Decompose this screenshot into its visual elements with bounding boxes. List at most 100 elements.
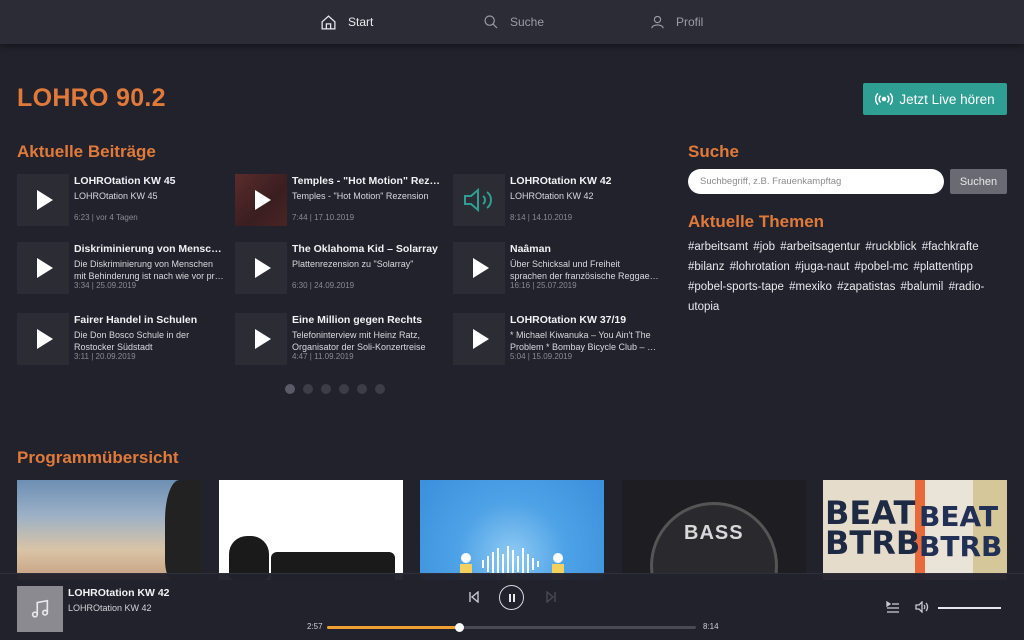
pagination-dot[interactable]	[321, 384, 331, 394]
play-icon	[37, 190, 53, 210]
program-card-bass[interactable]: BASS	[622, 480, 806, 580]
post-item[interactable]: Diskriminierung von Menschen mit Behinde…	[17, 242, 224, 298]
topic-tag[interactable]: #balumil	[901, 281, 944, 293]
post-description-line: LOHROtation KW 45	[74, 191, 158, 201]
player-track-subtitle: LOHROtation KW 42	[68, 603, 152, 613]
pagination-dot[interactable]	[339, 384, 349, 394]
post-thumbnail[interactable]	[17, 313, 69, 365]
post-thumbnail[interactable]	[17, 242, 69, 294]
post-thumbnail[interactable]	[17, 174, 69, 226]
topic-tag[interactable]: #bilanz	[688, 261, 724, 273]
post-item[interactable]: Naâman Über Schicksal und Freiheit sprache…	[453, 242, 660, 298]
post-item[interactable]: LOHROtation KW 37/19 * Michael Kiwanuka –…	[453, 313, 660, 369]
live-listen-button[interactable]: Jetzt Live hören	[863, 83, 1007, 115]
post-title[interactable]: LOHROtation KW 45	[74, 175, 224, 187]
silhouette	[165, 480, 201, 580]
post-title[interactable]: Diskriminierung von Menschen mit Behinde…	[74, 243, 224, 255]
post-thumbnail[interactable]	[235, 313, 287, 365]
beat-logo: BEAT BTRB	[919, 500, 1003, 563]
post-item[interactable]: LOHROtation KW 45 LOHROtation KW 45 6:23 |…	[17, 174, 222, 230]
volume-fill	[938, 607, 1001, 609]
post-description-line: Die Diskriminierung von Menschen	[74, 259, 214, 269]
top-navigation: Start Suche Profil	[0, 0, 1024, 44]
speaker-icon	[464, 187, 492, 213]
post-title[interactable]: Eine Million gegen Rechts	[292, 314, 442, 326]
next-button[interactable]	[543, 589, 559, 605]
post-item[interactable]: Eine Million gegen Rechts Telefonintervie…	[235, 313, 440, 369]
post-description-line: Plattenrezension zu "Solarray"	[292, 259, 414, 269]
search-button[interactable]: Suchen	[950, 169, 1007, 194]
post-meta: 6:30 | 24.09.2019	[292, 281, 355, 290]
pause-button[interactable]	[499, 585, 524, 610]
post-meta: 6:23 | vor 4 Tagen	[74, 213, 138, 222]
volume-slider[interactable]	[938, 607, 1001, 609]
post-item[interactable]: Fairer Handel in Schulen Die Don Bosco Sc…	[17, 313, 222, 369]
post-description: Temples - "Hot Motion" Rezension	[292, 190, 442, 202]
post-thumbnail[interactable]	[453, 242, 505, 294]
previous-button[interactable]	[466, 589, 482, 605]
nav-search-label: Suche	[510, 15, 545, 29]
progress-handle[interactable]	[455, 623, 465, 632]
nav-search[interactable]: Suche	[483, 0, 544, 44]
play-icon	[255, 258, 271, 278]
total-duration: 8:14	[703, 622, 719, 631]
elapsed-time: 2:57	[307, 622, 323, 631]
topic-tag[interactable]: #arbeitsamt	[688, 241, 748, 253]
pagination-dot[interactable]	[357, 384, 367, 394]
topic-tag[interactable]: #plattentipp	[913, 261, 972, 273]
topic-tag[interactable]: #job	[753, 241, 775, 253]
play-icon	[473, 329, 489, 349]
topic-tag[interactable]: #zapatistas	[837, 281, 895, 293]
post-description: Die Diskriminierung von Menschen mit Behi…	[74, 258, 224, 282]
search-input[interactable]	[688, 169, 944, 194]
post-title[interactable]: Temples - "Hot Motion" Rezension	[292, 175, 442, 187]
pagination-dot[interactable]	[303, 384, 313, 394]
play-icon	[473, 258, 489, 278]
post-title[interactable]: LOHROtation KW 37/19	[510, 314, 660, 326]
playlist-button[interactable]	[884, 599, 902, 615]
post-title[interactable]: The Oklahoma Kid – Solarray	[292, 243, 442, 255]
program-card-soundwave[interactable]	[420, 480, 604, 580]
bass-label: BASS	[684, 522, 744, 544]
topic-tag[interactable]: #arbeitsagentur	[780, 241, 860, 253]
topic-tag[interactable]: #lohrotation	[730, 261, 790, 273]
topic-tag[interactable]: #pobel-sports-tape	[688, 281, 784, 293]
post-item[interactable]: LOHROtation KW 42 LOHROtation KW 42 8:14 |…	[453, 174, 658, 230]
topic-tag[interactable]: #mexiko	[789, 281, 832, 293]
pagination-dot[interactable]	[375, 384, 385, 394]
topics-heading: Aktuelle Themen	[688, 212, 825, 231]
post-item[interactable]: The Oklahoma Kid – Solarray Plattenrezens…	[235, 242, 440, 298]
topic-tag[interactable]: #ruckblick	[865, 241, 916, 253]
topics-tag-list: #arbeitsamt #job #arbeitsagentur #ruckbl…	[688, 237, 1013, 317]
post-title[interactable]: Fairer Handel in Schulen	[74, 314, 224, 326]
post-thumbnail[interactable]	[453, 313, 505, 365]
pagination-dot[interactable]	[285, 384, 295, 394]
post-description-line: Telefoninterview mit Heinz Ratz,	[292, 330, 421, 340]
play-icon	[37, 329, 53, 349]
post-description: Über Schicksal und Freiheit sprachen der …	[510, 258, 660, 282]
nav-start[interactable]: Start	[320, 0, 373, 44]
post-meta: 5:04 | 15.09.2019	[510, 352, 573, 361]
program-card-podcast[interactable]	[219, 480, 403, 580]
volume-button[interactable]	[913, 599, 931, 615]
program-card-beat[interactable]: BEAT BTRB BEAT BTRB	[823, 480, 1007, 580]
program-card-sunset[interactable]	[17, 480, 201, 580]
playlist-icon	[886, 601, 899, 613]
topic-tag[interactable]: #pobel-mc	[855, 261, 909, 273]
volume-icon	[915, 601, 929, 613]
progress-bar[interactable]	[327, 623, 696, 632]
post-title[interactable]: Naâman	[510, 243, 660, 255]
post-description-line: Temples - "Hot Motion" Rezension	[292, 191, 429, 201]
post-thumbnail[interactable]	[235, 242, 287, 294]
topic-tag[interactable]: #juga-naut	[795, 261, 849, 273]
post-description: * Michael Kiwanuka – You Ain't The Proble…	[510, 329, 660, 353]
nav-profile[interactable]: Profil	[650, 0, 703, 44]
post-item[interactable]: Temples - "Hot Motion" Rezension Temples …	[235, 174, 442, 230]
topic-tag[interactable]: #fachkrafte	[922, 241, 979, 253]
skip-back-icon	[469, 591, 479, 603]
post-description: Plattenrezension zu "Solarray"	[292, 258, 442, 270]
post-title[interactable]: LOHROtation KW 42	[510, 175, 660, 187]
user-icon	[651, 15, 664, 29]
post-thumbnail[interactable]	[453, 174, 505, 226]
post-thumbnail[interactable]	[235, 174, 287, 226]
